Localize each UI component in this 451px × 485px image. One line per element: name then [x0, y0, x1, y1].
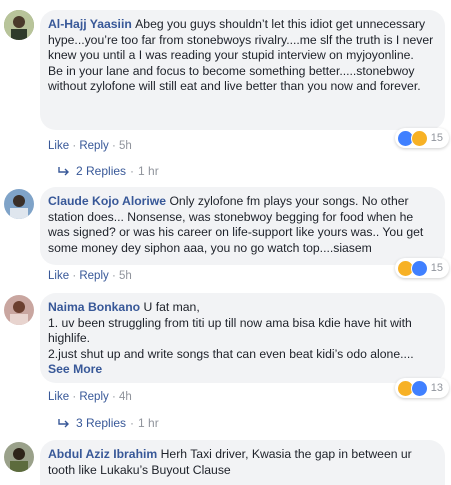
replies-link[interactable]: 2 Replies · 1 hr [58, 164, 159, 178]
replies-link[interactable]: 3 Replies · 1 hr [58, 416, 159, 430]
see-more-link[interactable]: See More [48, 362, 102, 376]
separator: · [111, 391, 119, 403]
avatar[interactable] [4, 442, 34, 472]
separator: · [111, 270, 119, 282]
comment-time[interactable]: 5h [119, 140, 132, 152]
avatar-image [4, 295, 34, 325]
haha-reaction-icon [410, 129, 428, 147]
avatar-image [4, 189, 34, 219]
like-button[interactable]: Like [48, 391, 69, 403]
reply-button[interactable]: Reply [79, 140, 108, 152]
reaction-badge[interactable]: 15 [394, 258, 449, 278]
separator: · [130, 416, 135, 430]
replies-count[interactable]: 3 Replies [76, 416, 126, 430]
like-reaction-icon [410, 379, 428, 397]
comment-bubble: Abdul Aziz Ibrahim Herh Taxi driver, Kwa… [40, 440, 445, 485]
comment-author[interactable]: Claude Kojo Aloriwe [48, 194, 169, 208]
avatar-image [4, 10, 34, 40]
reply-button[interactable]: Reply [79, 391, 108, 403]
comment-author[interactable]: Al-Hajj Yaasiin [48, 17, 135, 31]
comment-time[interactable]: 5h [119, 270, 132, 282]
comment-author[interactable]: Abdul Aziz Ibrahim [48, 447, 161, 461]
avatar[interactable] [4, 295, 34, 325]
comment-bubble: Al-Hajj Yaasiin Abeg you guys shouldn’t … [40, 10, 445, 130]
comment-time[interactable]: 4h [119, 391, 132, 403]
reaction-count: 15 [430, 132, 443, 144]
reaction-count: 15 [430, 262, 443, 274]
comment-bubble: Naima Bonkano U fat man, 1. uv been stru… [40, 293, 445, 383]
reply-arrow-icon [58, 419, 69, 428]
avatar-image [4, 442, 34, 472]
comment-author[interactable]: Naima Bonkano [48, 300, 144, 314]
comment-bubble: Claude Kojo Aloriwe Only zylofone fm pla… [40, 187, 445, 265]
like-button[interactable]: Like [48, 270, 69, 282]
reaction-badge[interactable]: 13 [394, 378, 449, 398]
avatar[interactable] [4, 10, 34, 40]
separator: · [111, 140, 119, 152]
reply-button[interactable]: Reply [79, 270, 108, 282]
avatar[interactable] [4, 189, 34, 219]
reaction-count: 13 [430, 382, 443, 394]
replies-count[interactable]: 2 Replies [76, 164, 126, 178]
reaction-badge[interactable]: 15 [394, 128, 449, 148]
replies-time: 1 hr [138, 416, 159, 430]
separator: · [130, 164, 135, 178]
like-button[interactable]: Like [48, 140, 69, 152]
comment-actions: Like · Reply · 4h [48, 391, 132, 403]
comment-actions: Like · Reply · 5h [48, 140, 132, 152]
like-reaction-icon [410, 259, 428, 277]
replies-time: 1 hr [138, 164, 159, 178]
comment-actions: Like · Reply · 5h [48, 270, 132, 282]
reply-arrow-icon [58, 167, 69, 176]
